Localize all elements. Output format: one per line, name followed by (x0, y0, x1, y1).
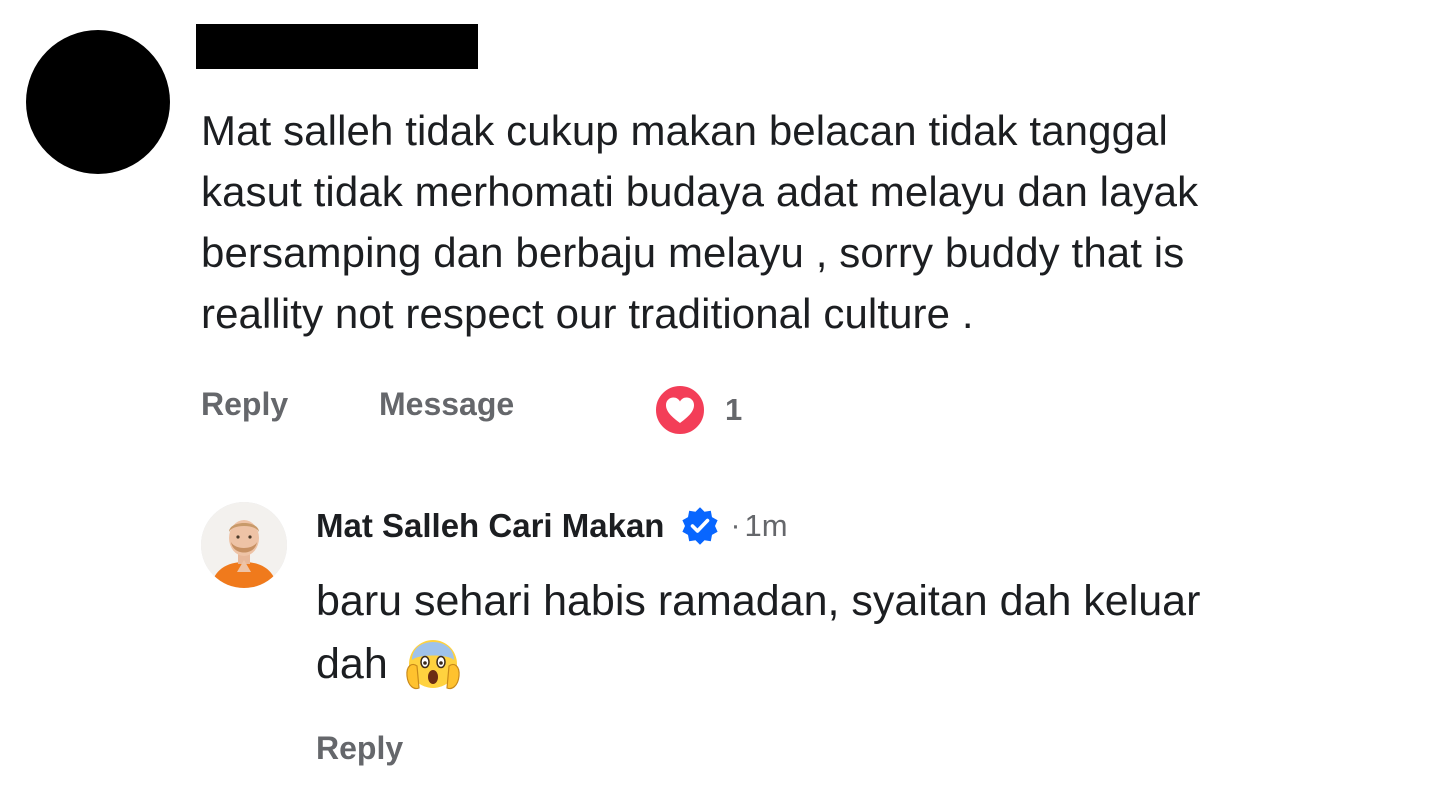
commenter-name-redacted[interactable] (196, 24, 478, 69)
comment-line: kasut tidak merhomati budaya adat melayu… (201, 168, 1199, 215)
reaction-count: 1 (725, 392, 743, 427)
reply-timestamp[interactable]: 1m (744, 508, 787, 544)
heart-reaction-icon (654, 384, 706, 436)
reply-body: baru sehari habis ramadan, syaitan dah k… (316, 570, 1416, 696)
reply-author-avatar[interactable] (201, 502, 287, 588)
commenter-avatar-redacted[interactable] (26, 30, 170, 174)
face-screaming-hands-emoji (406, 639, 460, 689)
avatar-illustration (201, 502, 287, 588)
reaction-summary[interactable]: 1 (653, 384, 742, 436)
reply-line-2: dah (316, 633, 1416, 696)
message-button[interactable]: Message (379, 382, 514, 426)
reply-button[interactable]: Reply (201, 382, 288, 426)
reply-header: Mat Salleh Cari Makan · 1m (316, 503, 788, 549)
comment-body: Mat salleh tidak cukup makan belacan tid… (201, 100, 1401, 344)
reply-line: baru sehari habis ramadan, syaitan dah k… (316, 577, 1201, 625)
reply-button-2[interactable]: Reply (316, 726, 403, 770)
time-separator: · (730, 509, 741, 542)
reply-author-name[interactable]: Mat Salleh Cari Makan (316, 507, 664, 545)
comment-line: reallity not respect our traditional cul… (201, 290, 974, 337)
comment-line: Mat salleh tidak cukup makan belacan tid… (201, 107, 1168, 154)
verified-badge-icon (682, 507, 719, 545)
reply-line-text: dah (316, 640, 388, 688)
comment-line: bersamping dan berbaju melayu , sorry bu… (201, 229, 1185, 276)
